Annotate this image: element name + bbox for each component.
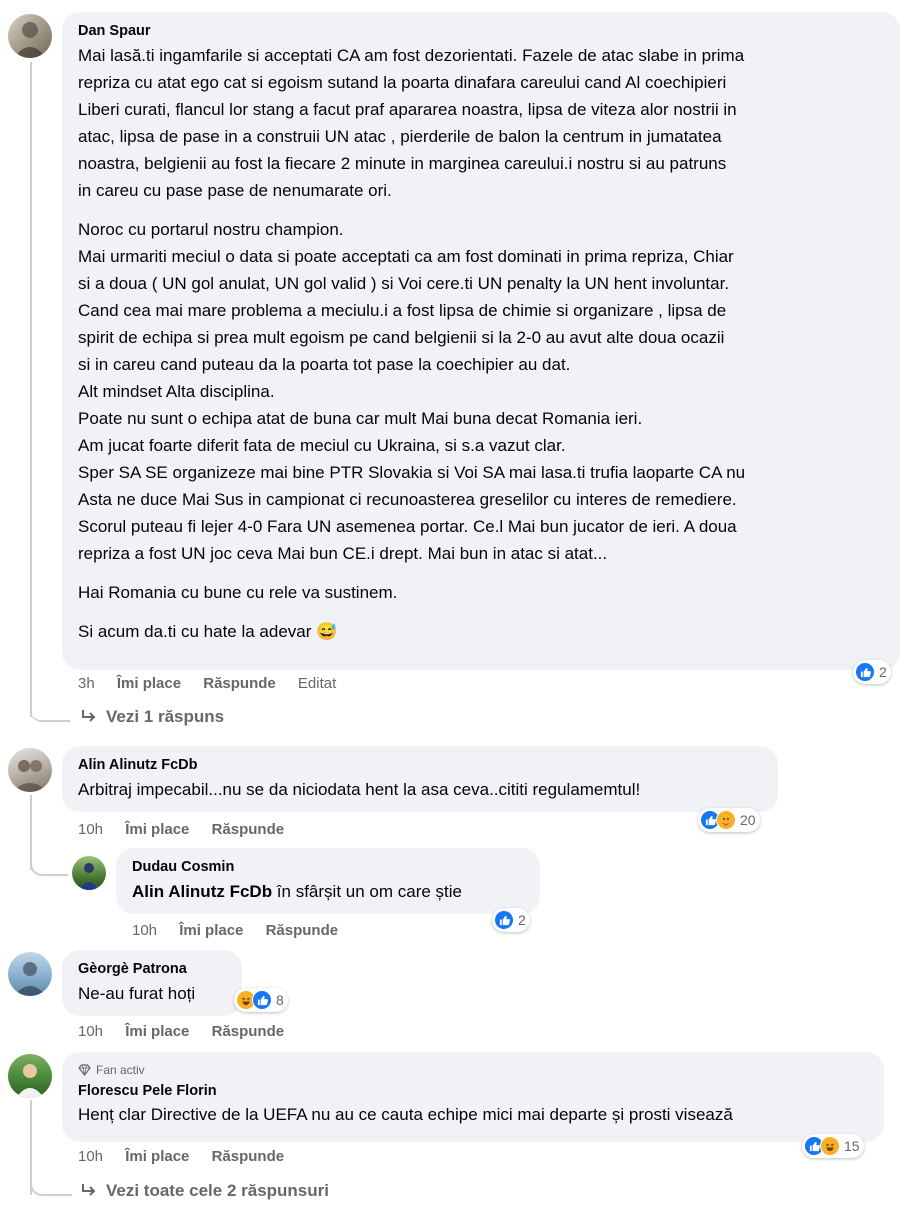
comment-line: Poate nu sunt o echipa atat de buna car … bbox=[78, 409, 643, 428]
reaction-count: 15 bbox=[844, 1138, 860, 1154]
diamond-icon bbox=[78, 1064, 91, 1076]
view-replies-label: Vezi toate cele 2 răspunsuri bbox=[106, 1181, 329, 1200]
reply-button[interactable]: Răspunde bbox=[212, 1148, 285, 1165]
thread-curve-2 bbox=[30, 850, 68, 876]
comment-line: Mai urmariti meciul o data si poate acce… bbox=[78, 247, 734, 266]
reaction-summary[interactable]: 8 bbox=[234, 988, 288, 1012]
like-icon bbox=[252, 990, 272, 1010]
like-button[interactable]: Îmi place bbox=[125, 1023, 189, 1040]
like-icon bbox=[494, 910, 514, 930]
comment-text: Alin Alinutz FcDb în sfârșit un om care … bbox=[132, 878, 524, 905]
comment-line: Asta ne duce Mai Sus in campionat ci rec… bbox=[78, 490, 737, 509]
avatar[interactable] bbox=[72, 856, 106, 890]
comment-time[interactable]: 10h bbox=[132, 922, 157, 939]
comment-time[interactable]: 10h bbox=[78, 1148, 103, 1165]
like-button[interactable]: Îmi place bbox=[125, 821, 189, 838]
comment-bubble: Alin Alinutz FcDb Arbitraj impecabil...n… bbox=[62, 746, 778, 812]
view-replies-button[interactable]: Vezi toate cele 2 răspunsuri bbox=[80, 1181, 329, 1201]
comment-line: Noroc cu portarul nostru champion. bbox=[78, 220, 344, 239]
comment-line: si a doua ( UN gol anulat, UN gol valid … bbox=[78, 274, 730, 293]
reply-button[interactable]: Răspunde bbox=[203, 675, 276, 692]
avatar[interactable] bbox=[8, 1054, 52, 1098]
comment-line: repriza a fost UN joc ceva Mai bun CE.i … bbox=[78, 544, 608, 563]
reply-arrow-icon bbox=[82, 1184, 96, 1196]
comment-time[interactable]: 10h bbox=[78, 1023, 103, 1040]
like-button[interactable]: Îmi place bbox=[117, 675, 181, 692]
comment-bubble: Dan Spaur Mai lasă.ti ingamfarile si acc… bbox=[62, 12, 900, 670]
reaction-summary[interactable]: 15 bbox=[802, 1134, 864, 1158]
comment-line: spirit de echipa si prea mult egoism pe … bbox=[78, 328, 725, 347]
fan-badge: Fan activ bbox=[78, 1062, 868, 1078]
view-replies-label: Vezi 1 răspuns bbox=[106, 707, 225, 726]
haha-icon bbox=[820, 1136, 840, 1156]
comment-line: Liberi curati, flancul lor stang a facut… bbox=[78, 100, 737, 119]
avatar[interactable] bbox=[8, 748, 52, 792]
comment-bubble: Dudau Cosmin Alin Alinutz FcDb în sfârși… bbox=[116, 848, 540, 914]
comment-line: Alt mindset Alta disciplina. bbox=[78, 382, 275, 401]
reaction-count: 2 bbox=[518, 912, 526, 928]
reaction-count: 2 bbox=[879, 664, 887, 680]
comment-bubble: Fan activ Florescu Pele Florin Henț clar… bbox=[62, 1052, 884, 1142]
comment-bubble: Gèorgè Patrona Ne-au furat hoți bbox=[62, 950, 242, 1016]
comment-actions: 10h Îmi place Răspunde bbox=[78, 1023, 302, 1040]
thread-line-1 bbox=[30, 62, 32, 717]
avatar[interactable] bbox=[8, 14, 52, 58]
comment-author[interactable]: Gèorgè Patrona bbox=[78, 961, 226, 977]
comment-line: noastra, belgienii au fost la fiecare 2 … bbox=[78, 154, 727, 173]
comment-author[interactable]: Dudau Cosmin bbox=[132, 859, 524, 875]
comment-line: atac, lipsa de pase in a construii UN at… bbox=[78, 127, 722, 146]
comment-line: Cand cea mai mare problema a meciulu.i a… bbox=[78, 301, 727, 320]
view-replies-button[interactable]: Vezi 1 răspuns bbox=[80, 707, 224, 727]
comment-actions: 10h Îmi place Răspunde bbox=[78, 1148, 302, 1165]
comment-text: Ne-au furat hoți bbox=[78, 984, 196, 1003]
comment-time[interactable]: 3h bbox=[78, 675, 95, 692]
comment-text: Henț clar Directive de la UEFA nu au ce … bbox=[78, 1105, 733, 1124]
comment-text-body: în sfârșit un om care știe bbox=[272, 882, 462, 901]
care-icon bbox=[716, 810, 736, 830]
comment-author[interactable]: Florescu Pele Florin bbox=[78, 1083, 868, 1099]
reaction-summary[interactable]: 2 bbox=[853, 660, 891, 684]
comment-line: Hai Romania cu bune cu rele va sustinem. bbox=[78, 583, 398, 602]
thread-curve-5 bbox=[30, 1170, 72, 1196]
avatar[interactable] bbox=[8, 952, 52, 996]
fan-badge-label: Fan activ bbox=[96, 1063, 145, 1077]
comment-time[interactable]: 10h bbox=[78, 821, 103, 838]
mention-link[interactable]: Alin Alinutz FcDb bbox=[132, 882, 272, 901]
comment-author[interactable]: Dan Spaur bbox=[78, 23, 884, 39]
reaction-count: 8 bbox=[276, 992, 284, 1008]
comment-actions: 10h Îmi place Răspunde bbox=[132, 922, 356, 939]
comment-actions: 3h Îmi place Răspunde Editat bbox=[78, 675, 354, 692]
comment-line: Mai lasă.ti ingamfarile si acceptati CA … bbox=[78, 46, 745, 65]
reply-arrow-icon bbox=[82, 710, 96, 722]
comment-text: Arbitraj impecabil...nu se da niciodata … bbox=[78, 780, 641, 799]
comment-line: si in careu cand puteau da la poarta tot… bbox=[78, 355, 571, 374]
comment-line: Sper SA SE organizeze mai bine PTR Slova… bbox=[78, 463, 746, 482]
comment-line: in careu cu pase pase de nenumarate ori. bbox=[78, 181, 392, 200]
comment-line: Scorul puteau fi lejer 4-0 Fara UN aseme… bbox=[78, 517, 737, 536]
reply-button[interactable]: Răspunde bbox=[212, 821, 285, 838]
reply-button[interactable]: Răspunde bbox=[212, 1023, 285, 1040]
reaction-summary[interactable]: 2 bbox=[492, 908, 530, 932]
comment-line: Si acum da.ti cu hate la adevar 😅 bbox=[78, 622, 338, 641]
comment-text: Mai lasă.ti ingamfarile si acceptati CA … bbox=[78, 42, 884, 645]
edited-label: Editat bbox=[297, 675, 337, 692]
like-icon bbox=[855, 662, 875, 682]
like-button[interactable]: Îmi place bbox=[125, 1148, 189, 1165]
comment-author[interactable]: Alin Alinutz FcDb bbox=[78, 757, 762, 773]
comment-line: Am jucat foarte diferit fata de meciul c… bbox=[78, 436, 566, 455]
reaction-count: 20 bbox=[740, 812, 756, 828]
comment-actions: 10h Îmi place Răspunde bbox=[78, 821, 302, 838]
reaction-summary[interactable]: 20 bbox=[698, 808, 760, 832]
reply-button[interactable]: Răspunde bbox=[266, 922, 339, 939]
comment-line: repriza cu atat ego cat si egoism sutand… bbox=[78, 73, 727, 92]
thread-curve-1 bbox=[30, 690, 70, 722]
like-button[interactable]: Îmi place bbox=[179, 922, 243, 939]
